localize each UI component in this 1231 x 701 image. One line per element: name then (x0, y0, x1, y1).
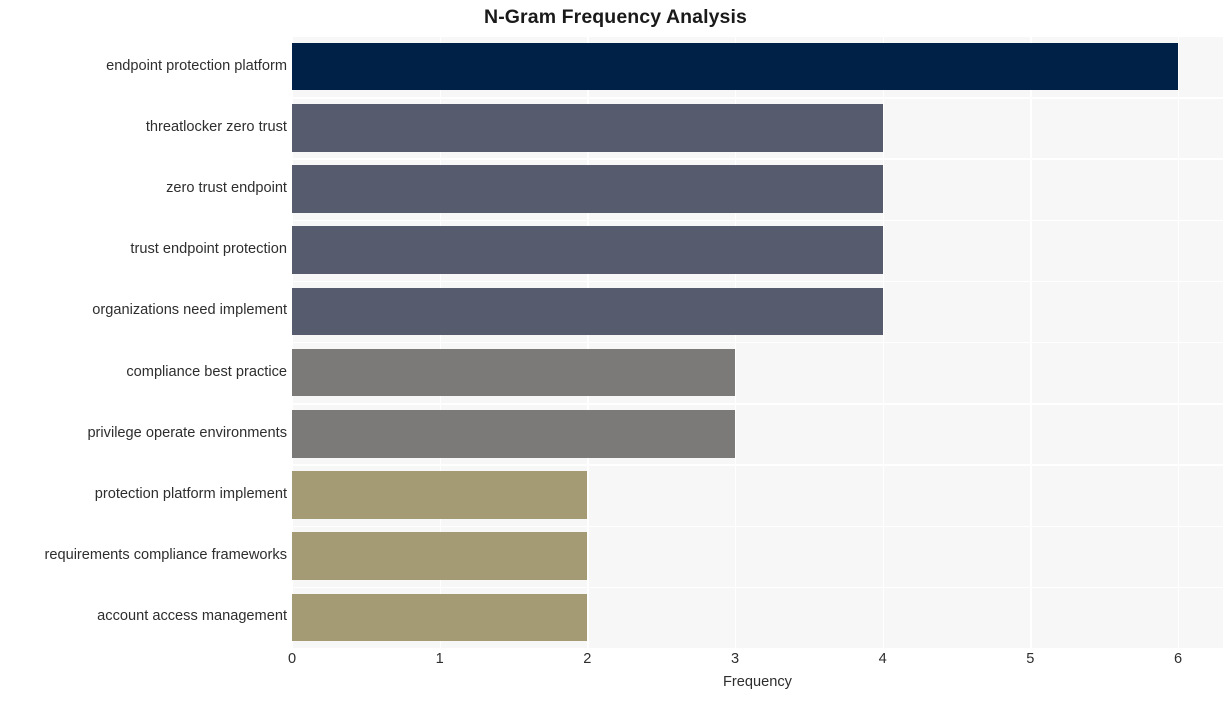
bar (292, 532, 588, 580)
y-gridline (292, 525, 1223, 527)
y-gridline (292, 464, 1223, 466)
bar (292, 226, 883, 274)
y-tick-label: account access management (97, 608, 287, 625)
chart-figure: N-Gram Frequency Analysis endpoint prote… (0, 0, 1231, 701)
x-tick-label: 4 (878, 651, 887, 667)
y-tick-label: privilege operate environments (87, 424, 287, 441)
x-axis-tick-labels: 0 1 2 3 4 5 6 (0, 651, 1231, 675)
bar (292, 104, 883, 152)
bar (292, 593, 588, 642)
x-tick-label: 0 (287, 651, 297, 667)
bar (292, 471, 588, 519)
bar (292, 410, 735, 458)
x-tick-label: 5 (1026, 651, 1035, 667)
y-tick-label: endpoint protection platform (106, 57, 287, 74)
bar (292, 287, 883, 336)
bar (292, 42, 1178, 91)
y-gridline (292, 158, 1223, 160)
y-tick-label: compliance best practice (126, 363, 287, 380)
y-gridline (292, 586, 1223, 589)
plot-area (292, 36, 1223, 648)
x-tick-label: 3 (730, 651, 740, 667)
x-tick-label: 1 (435, 651, 444, 667)
y-gridline (292, 36, 1223, 38)
y-tick-label: threatlocker zero trust (145, 118, 287, 135)
x-axis-title: Frequency (723, 674, 792, 690)
y-tick-label: trust endpoint protection (130, 241, 287, 258)
y-tick-label: protection platform implement (94, 486, 287, 502)
chart-title: N-Gram Frequency Analysis (484, 6, 747, 28)
y-tick-label: requirements compliance frameworks (44, 547, 287, 564)
x-tick-label: 6 (1173, 651, 1183, 667)
y-gridline (292, 97, 1223, 99)
bar (292, 165, 883, 213)
bar (292, 348, 735, 397)
y-gridline (292, 403, 1223, 405)
x-tick-label: 2 (583, 651, 592, 667)
y-gridline (292, 342, 1223, 344)
y-axis-tick-labels: endpoint protection platform threatlocker… (0, 36, 287, 648)
y-gridline (292, 219, 1223, 221)
y-gridline (292, 280, 1223, 283)
y-tick-label: organizations need implement (92, 302, 287, 319)
y-tick-label: zero trust endpoint (166, 180, 287, 196)
